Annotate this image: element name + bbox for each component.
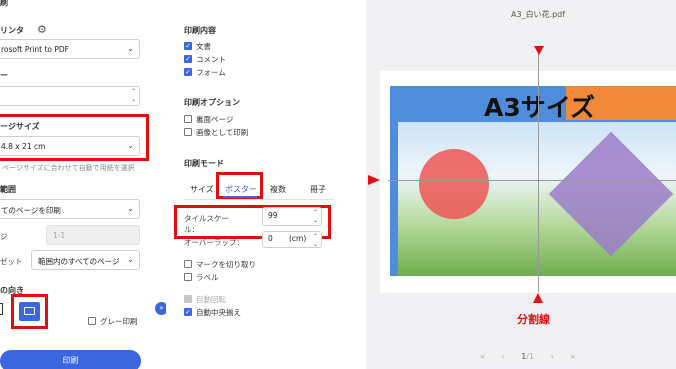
- content-title: 印刷内容: [184, 26, 216, 35]
- dialog-title: 刷: [0, 0, 8, 7]
- chevron-down-icon: ⌄: [127, 44, 134, 53]
- print-settings-left-panel: 刷 リンタ ⚙ rosoft Print to PDF ⌄ ー ⌃ ⌄ ージサイズ…: [0, 0, 166, 369]
- overlap-label: オーバーラップ：: [184, 238, 244, 247]
- cut-marks-checkbox[interactable]: [184, 260, 192, 268]
- portrait-button[interactable]: [0, 303, 3, 315]
- prev-page-icon[interactable]: ‹: [501, 352, 504, 361]
- tab-poster[interactable]: ポスター: [225, 184, 257, 195]
- tab-booklet[interactable]: 冊子: [310, 184, 326, 195]
- print-as-image-label: 画像として印刷: [196, 128, 249, 137]
- arrow-bottom-icon: [533, 293, 543, 303]
- range-value: てのページを印刷: [1, 206, 61, 215]
- overlap-unit: (cm): [289, 234, 307, 243]
- banner-text: A3サイズ: [484, 93, 595, 122]
- pagesize-select[interactable]: 4.8 x 21 cm ⌄: [0, 136, 140, 156]
- split-line-label: 分割線: [517, 313, 550, 326]
- labels-label: ラベル: [196, 273, 219, 282]
- last-page-icon[interactable]: »: [570, 352, 575, 361]
- range-label: 範囲: [0, 185, 16, 194]
- landscape-icon: [24, 307, 35, 315]
- copies-stepper[interactable]: ⌃ ⌄: [0, 86, 140, 106]
- tile-scale-label-1: タイルスケー: [184, 214, 229, 223]
- pagesize-value: 4.8 x 21 cm: [1, 142, 46, 151]
- printer-label: リンタ: [0, 26, 24, 35]
- tabs-divider: [184, 199, 334, 200]
- pages-input[interactable]: 1-1: [46, 225, 140, 245]
- range-select[interactable]: てのページを印刷 ⌄: [0, 199, 140, 219]
- print-as-image-checkbox[interactable]: [184, 128, 192, 136]
- grayscale-label: グレー印刷: [100, 317, 138, 326]
- auto-rotate-label: 自動回転: [196, 295, 226, 304]
- content-document-checkbox[interactable]: ✓: [184, 42, 192, 50]
- preview-image: A3サイズ: [390, 86, 676, 276]
- content-document-label: 文書: [196, 42, 211, 51]
- page-total: /1: [526, 352, 535, 361]
- content-comments-checkbox[interactable]: ✓: [184, 55, 192, 63]
- preview-filename: A3_白い花.pdf: [511, 10, 566, 19]
- options-title: 印刷オプション: [184, 98, 240, 107]
- tab-poster-underline: [223, 196, 257, 198]
- next-page-icon[interactable]: ›: [551, 352, 554, 361]
- reverse-pages-checkbox[interactable]: [184, 115, 192, 123]
- tile-scale-label-2: ル：: [184, 225, 199, 234]
- gear-icon[interactable]: ⚙: [37, 23, 47, 36]
- arrow-left-icon: [368, 175, 380, 185]
- labels-checkbox[interactable]: [184, 273, 192, 281]
- reverse-pages-label: 裏面ページ: [196, 115, 234, 124]
- printer-select[interactable]: rosoft Print to PDF ⌄: [0, 39, 140, 59]
- content-comments-label: コメント: [196, 55, 226, 64]
- auto-center-label: 自動中央揃え: [196, 308, 241, 317]
- overlap-stepper[interactable]: 0 (cm) ⌃ ⌄: [262, 231, 322, 248]
- split-line-horizontal: [388, 180, 676, 181]
- stepper-arrows-icon[interactable]: ⌃ ⌄: [313, 233, 318, 247]
- landscape-button[interactable]: [19, 302, 40, 321]
- auto-rotate-checkbox[interactable]: [184, 295, 192, 303]
- tab-size[interactable]: サイズ: [190, 184, 214, 195]
- first-page-icon[interactable]: «: [480, 352, 485, 361]
- tab-multiple[interactable]: 複数: [270, 184, 286, 195]
- copies-label: ー: [0, 71, 8, 80]
- cut-marks-label: マークを切り取り: [196, 260, 256, 269]
- auto-center-checkbox[interactable]: ✓: [184, 308, 192, 316]
- fit-page-hint: ページサイズに合わせて自動で用紙を選択: [2, 164, 135, 172]
- pagination: « ‹ 1/1 › »: [480, 352, 575, 361]
- mode-title: 印刷モード: [184, 159, 224, 168]
- print-button[interactable]: 印刷: [0, 350, 141, 369]
- tile-scale-stepper[interactable]: 99 ⌃ ⌄: [262, 207, 322, 226]
- stepper-arrows-icon[interactable]: ⌃ ⌄: [131, 88, 136, 104]
- chevron-down-icon: ⌄: [127, 141, 134, 150]
- printer-value: rosoft Print to PDF: [1, 45, 69, 54]
- red-circle: [419, 149, 489, 219]
- content-forms-checkbox[interactable]: ✓: [184, 68, 192, 76]
- content-forms-label: フォーム: [196, 68, 226, 77]
- chevron-down-icon: ⌄: [127, 255, 134, 264]
- arrow-top-icon: [534, 46, 544, 55]
- pages-label: ジ: [0, 232, 8, 241]
- stepper-arrows-icon[interactable]: ⌃ ⌄: [313, 209, 318, 225]
- pagesize-label: ージサイズ: [0, 122, 40, 131]
- subset-value: 範囲内のすべてのページ: [38, 257, 120, 266]
- chevron-down-icon: ⌄: [127, 204, 134, 213]
- split-line-vertical: [538, 54, 539, 292]
- grayscale-checkbox[interactable]: [88, 317, 96, 325]
- print-settings-middle-panel: 印刷内容 ✓ 文書 ✓ コメント ✓ フォーム 印刷オプション 裏面ページ 画像…: [166, 0, 366, 369]
- subset-select[interactable]: 範囲内のすべてのページ ⌄: [31, 250, 140, 270]
- subset-label: ゼット: [0, 257, 23, 266]
